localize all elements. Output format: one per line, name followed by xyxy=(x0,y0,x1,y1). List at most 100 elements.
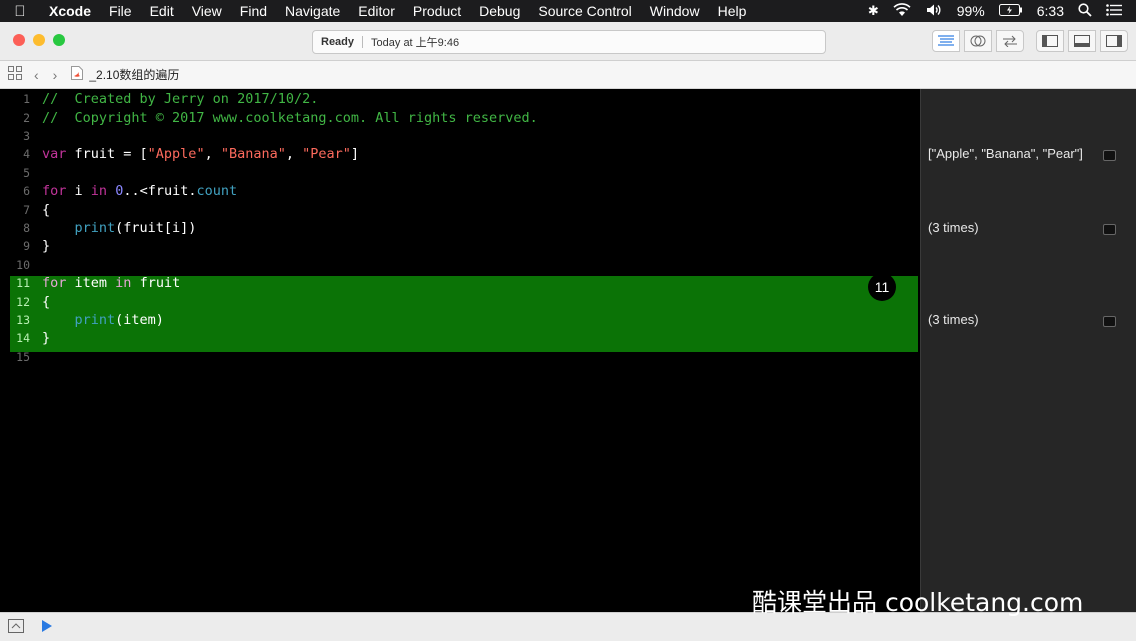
menu-app-name[interactable]: Xcode xyxy=(40,3,100,19)
menu-view[interactable]: View xyxy=(183,3,231,19)
volume-icon[interactable] xyxy=(925,3,943,20)
code-line[interactable]: 5 xyxy=(0,164,920,183)
code-line[interactable]: 11 for item in fruit xyxy=(0,274,920,293)
assistant-editor-button[interactable] xyxy=(964,30,992,52)
menu-extras: ✱ 99% 6:33 xyxy=(868,2,1136,20)
code-token: { xyxy=(42,201,51,218)
menu-bar:  Xcode File Edit View Find Navigate Edi… xyxy=(0,0,1136,22)
status-text: Ready xyxy=(321,36,355,48)
code-line[interactable]: 9} xyxy=(0,237,920,256)
code-text: var fruit = ["Apple", "Banana", "Pear"] xyxy=(42,146,359,162)
menu-find[interactable]: Find xyxy=(231,3,276,19)
line-number: 9 xyxy=(23,239,30,254)
code-token: , xyxy=(204,146,221,163)
menu-edit[interactable]: Edit xyxy=(141,3,183,19)
watermark: 酷课堂出品 coolketang.com xyxy=(752,588,1084,617)
swift-file-icon xyxy=(71,66,84,83)
line-number: 12 xyxy=(16,294,30,309)
code-token: "Banana" xyxy=(220,146,286,163)
code-token: // Copyright © 2017 www.coolketang.com. … xyxy=(42,109,538,126)
code-line[interactable]: 12 { xyxy=(0,292,920,311)
utilities-toggle-button[interactable] xyxy=(1100,30,1128,52)
assistant-editor-icon xyxy=(970,35,986,47)
line-number: 6 xyxy=(23,184,30,199)
code-line[interactable]: 1 // Created by Jerry on 2017/10/2. xyxy=(0,90,920,109)
result-value[interactable]: (3 times) xyxy=(928,220,979,235)
code-line[interactable]: 7{ xyxy=(0,200,920,219)
menu-file[interactable]: File xyxy=(100,3,141,19)
battery-icon[interactable] xyxy=(998,3,1023,19)
menu-product[interactable]: Product xyxy=(404,3,470,19)
code-line[interactable]: 6 for i in 0..<fruit.count xyxy=(0,182,920,201)
code-text: // Copyright © 2017 www.coolketang.com. … xyxy=(42,110,538,126)
clock[interactable]: 6:33 xyxy=(1037,3,1064,19)
code-token: (item) xyxy=(115,312,164,329)
quick-look-icon[interactable] xyxy=(1103,150,1116,162)
zoom-window-button[interactable] xyxy=(53,34,65,46)
forward-chevron-icon[interactable]: › xyxy=(53,67,58,83)
line-number: 7 xyxy=(23,202,30,217)
standard-editor-button[interactable] xyxy=(932,30,960,52)
code-line[interactable]: 10 xyxy=(0,256,920,275)
result-value[interactable]: (3 times) xyxy=(928,312,979,327)
menu-source-control[interactable]: Source Control xyxy=(529,3,640,19)
code-token: } xyxy=(42,330,51,347)
battery-percent[interactable]: 99% xyxy=(957,3,985,19)
hide-debug-area-icon[interactable] xyxy=(8,619,24,638)
bluetooth-icon[interactable]: ✱ xyxy=(868,3,879,19)
notification-center-icon[interactable] xyxy=(1106,3,1122,19)
left-panel-icon xyxy=(1042,35,1058,47)
bottom-panel-icon xyxy=(1074,35,1090,47)
apple-icon[interactable]:  xyxy=(0,3,40,20)
code-text: print(fruit[i]) xyxy=(42,220,197,237)
version-editor-icon xyxy=(1003,35,1017,47)
code-line[interactable]: 3 xyxy=(0,127,920,146)
code-token: "Pear" xyxy=(302,146,351,163)
navigator-toggle-button[interactable] xyxy=(1036,30,1064,52)
line-number: 10 xyxy=(16,257,30,272)
result-value[interactable]: ["Apple", "Banana", "Pear"] xyxy=(928,146,1083,161)
menu-help[interactable]: Help xyxy=(709,3,756,19)
line-number: 8 xyxy=(23,221,30,236)
spotlight-search-icon[interactable] xyxy=(1078,2,1092,20)
code-token: in xyxy=(90,183,108,200)
code-token: item xyxy=(66,275,116,292)
run-playground-icon[interactable] xyxy=(41,619,53,638)
menu-debug[interactable]: Debug xyxy=(470,3,529,19)
status-detail: Today at 上午9:46 xyxy=(371,37,460,49)
code-token: (fruit[i]) xyxy=(115,220,197,237)
breadcrumb-filename[interactable]: _2.10数组的遍历 xyxy=(89,66,179,83)
quick-look-icon[interactable] xyxy=(1103,315,1116,327)
code-token: fruit = [ xyxy=(66,146,148,163)
code-token: // Created by Jerry on 2017/10/2. xyxy=(42,91,319,108)
quick-look-icon[interactable] xyxy=(1103,223,1116,235)
playground-results-sidebar: ["Apple", "Banana", "Pear"] (3 times) (3 t… xyxy=(920,89,1136,612)
debug-area-toggle-button[interactable] xyxy=(1068,30,1096,52)
back-chevron-icon[interactable]: ‹ xyxy=(34,67,39,83)
minimize-window-button[interactable] xyxy=(33,34,45,46)
line-number: 11 xyxy=(16,276,30,291)
line-number: 5 xyxy=(23,165,30,180)
code-line[interactable]: 13 print(item) xyxy=(0,311,920,330)
code-line[interactable]: 8 print(fruit[i]) xyxy=(0,219,920,238)
right-panel-icon xyxy=(1106,35,1122,47)
close-window-button[interactable] xyxy=(13,34,25,46)
status-divider xyxy=(362,36,364,48)
code-token: in xyxy=(115,275,132,292)
code-text: { xyxy=(42,294,50,310)
menu-editor[interactable]: Editor xyxy=(349,3,404,19)
menu-navigate[interactable]: Navigate xyxy=(276,3,349,19)
code-token: var xyxy=(42,146,67,163)
menu-window[interactable]: Window xyxy=(641,3,709,19)
wifi-icon[interactable] xyxy=(893,2,911,20)
code-line[interactable]: 14} xyxy=(0,329,920,348)
related-items-icon[interactable] xyxy=(8,66,22,83)
code-text: } xyxy=(42,238,50,254)
code-token: "Apple" xyxy=(147,146,205,163)
jump-bar: ‹ › _2.10数组的遍历 xyxy=(0,61,1136,89)
code-token: , xyxy=(285,146,303,163)
code-line[interactable]: 4 var fruit = ["Apple", "Banana", "Pear"] xyxy=(0,145,920,164)
version-editor-button[interactable] xyxy=(996,30,1024,52)
code-line[interactable]: 2 // Copyright © 2017 www.coolketang.com.… xyxy=(0,108,920,127)
